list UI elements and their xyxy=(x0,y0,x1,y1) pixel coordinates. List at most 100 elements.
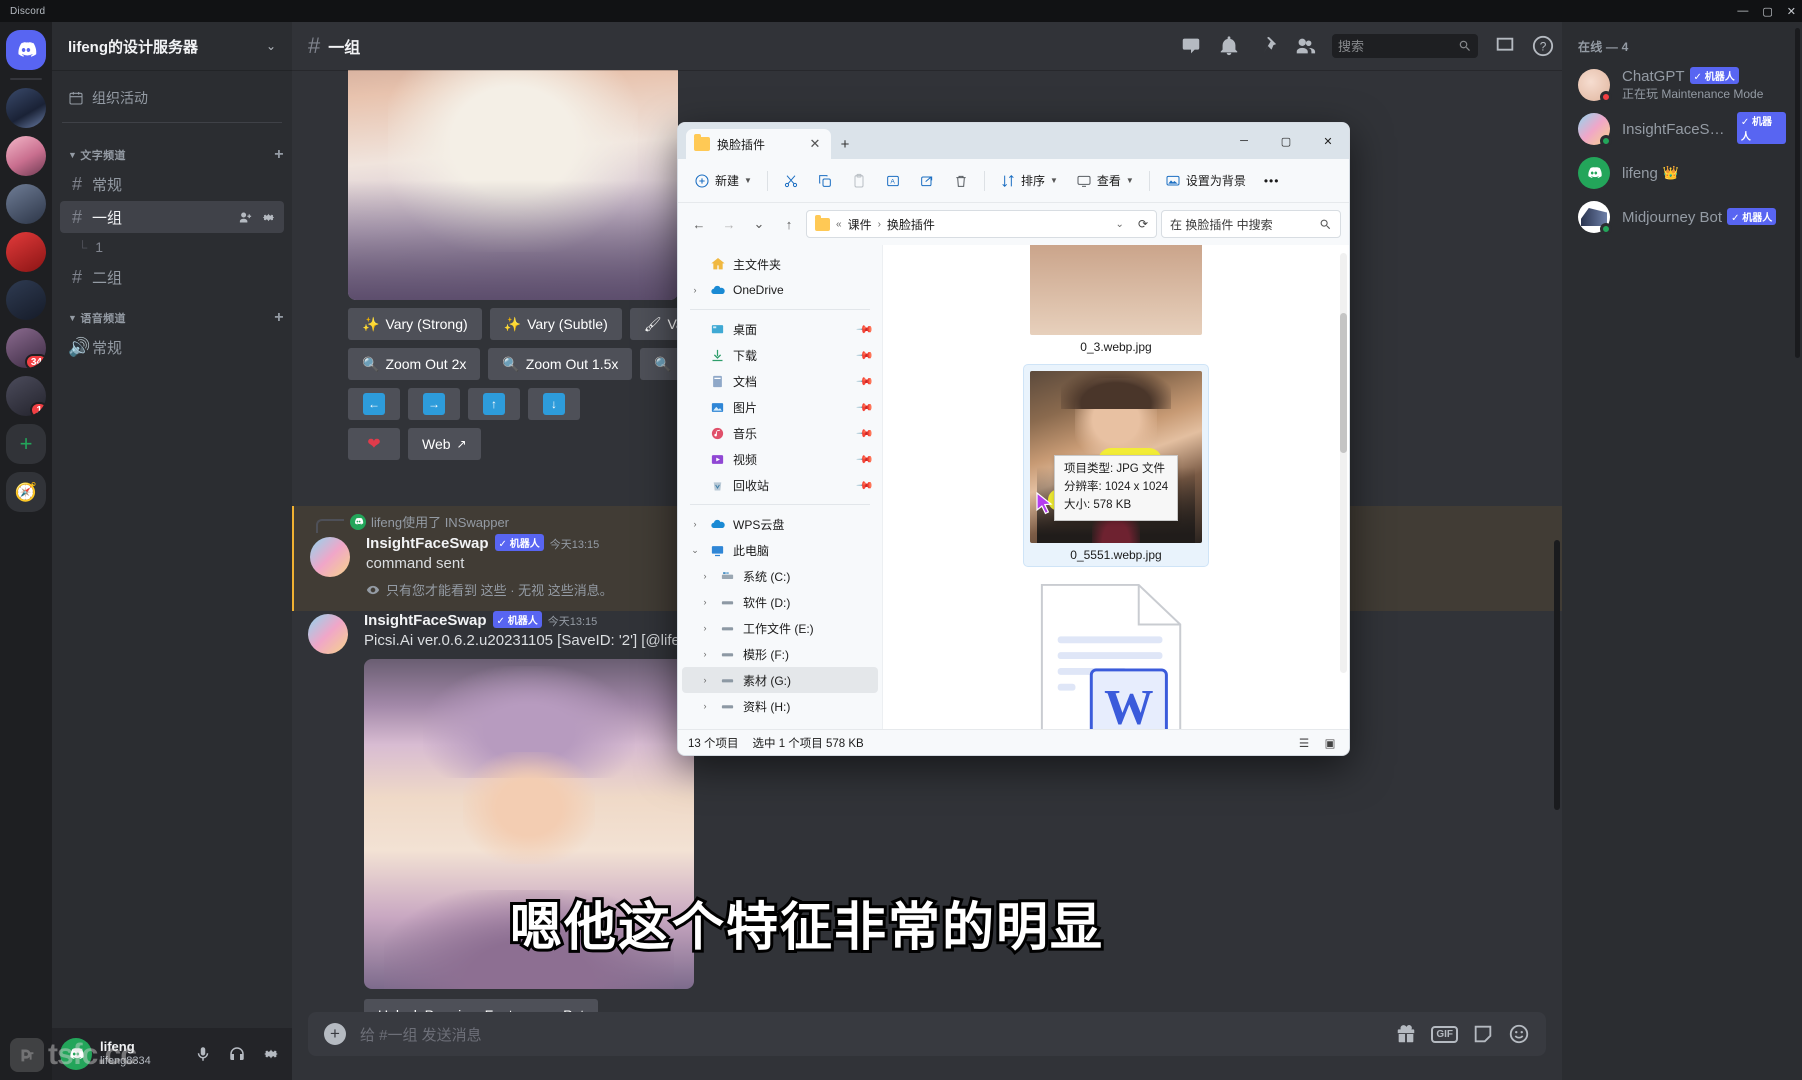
cut-button[interactable] xyxy=(775,166,807,196)
explorer-search-box[interactable]: 在 换脸插件 中搜索 xyxy=(1161,210,1341,238)
chevron-down-icon[interactable]: ⌄ xyxy=(1116,219,1124,230)
zoom-out-2x-button[interactable]: 🔍 Zoom Out 2x xyxy=(348,348,481,380)
twisty[interactable]: › xyxy=(688,519,702,529)
inbox-icon[interactable] xyxy=(1494,35,1516,57)
file-tile-0-3[interactable]: 0_3.webp.jpg xyxy=(1023,245,1209,358)
bell-icon[interactable] xyxy=(1218,35,1240,57)
pin-icon[interactable]: 📌 xyxy=(856,346,875,364)
nav-item-music[interactable]: 音乐 📌 xyxy=(682,420,878,446)
nav-item-wps-cloud[interactable]: › WPS云盘 xyxy=(682,511,878,537)
avatar[interactable] xyxy=(308,614,348,654)
breadcrumb[interactable]: « 课件 › 换脸插件 ⌄ ⟳ xyxy=(806,210,1157,238)
nav-item-drive-g[interactable]: › 素材 (G:) xyxy=(682,667,878,693)
pin-icon[interactable]: 📌 xyxy=(856,320,875,338)
sidebar-channel-yizu[interactable]: # 一组 xyxy=(60,201,284,233)
back-button[interactable]: ← xyxy=(686,211,712,237)
forward-button[interactable]: → xyxy=(716,211,742,237)
twisty[interactable]: › xyxy=(698,571,712,581)
member-row-chatgpt[interactable]: ChatGPT ✓ 机器人 正在玩 Maintenance Mode xyxy=(1570,63,1794,107)
pan-down-button[interactable]: ↓ xyxy=(528,388,580,420)
sidebar-channel-changui[interactable]: # 常规 xyxy=(60,168,284,200)
pin-icon[interactable]: 📌 xyxy=(856,424,875,442)
member-row-midjourney[interactable]: Midjourney Bot ✓ 机器人 xyxy=(1570,195,1794,239)
microphone-icon[interactable] xyxy=(190,1041,216,1067)
sidebar-scrollbar[interactable] xyxy=(1795,28,1800,498)
explorer-minimize-button[interactable]: ─ xyxy=(1223,123,1265,159)
nav-item-documents[interactable]: 文档 📌 xyxy=(682,368,878,394)
share-button[interactable] xyxy=(911,166,943,196)
pan-left-button[interactable]: ← xyxy=(348,388,400,420)
category-voice-channels[interactable]: ▼ 语音频道 + xyxy=(52,294,292,330)
paste-button[interactable] xyxy=(843,166,875,196)
tile-view-icon[interactable]: ▣ xyxy=(1321,735,1339,751)
explorer-maximize-button[interactable]: ▢ xyxy=(1265,123,1307,159)
twisty[interactable]: ⌄ xyxy=(688,545,702,556)
add-server-button[interactable]: + xyxy=(6,424,46,464)
twisty[interactable]: › xyxy=(698,675,712,685)
explorer-tab[interactable]: 换脸插件 ✕ xyxy=(686,129,831,159)
twisty[interactable]: › xyxy=(698,597,712,607)
set-background-button[interactable]: 设置为背景 xyxy=(1157,166,1254,196)
message-scrollbar[interactable] xyxy=(1554,110,1560,970)
nav-item-downloads[interactable]: 下载 📌 xyxy=(682,342,878,368)
sidebar-voice-changui[interactable]: 🔊 常规 xyxy=(60,331,284,363)
create-voice-channel-button[interactable]: + xyxy=(274,310,284,326)
search-box[interactable] xyxy=(1332,34,1478,58)
nav-item-desktop[interactable]: 桌面 📌 xyxy=(682,316,878,342)
twisty[interactable]: › xyxy=(698,649,712,659)
nav-item-this-pc[interactable]: ⌄ 此电脑 xyxy=(682,537,878,563)
os-close-button[interactable]: ✕ xyxy=(1787,5,1796,18)
create-channel-button[interactable]: + xyxy=(274,147,284,163)
os-maximize-button[interactable]: ▢ xyxy=(1762,5,1772,18)
help-icon[interactable]: ? xyxy=(1532,35,1554,57)
nav-item-videos[interactable]: 视频 📌 xyxy=(682,446,878,472)
view-button[interactable]: 查看 ▼ xyxy=(1068,166,1142,196)
up-button[interactable]: ↑ xyxy=(776,211,802,237)
sidebar-channel-erzu[interactable]: # 二组 xyxy=(60,261,284,293)
nav-item-recycle-bin[interactable]: 回收站 📌 xyxy=(682,472,878,498)
copy-button[interactable] xyxy=(809,166,841,196)
nav-item-drive-f[interactable]: › 模形 (F:) xyxy=(682,641,878,667)
avatar[interactable] xyxy=(310,537,350,577)
nav-item-drive-d[interactable]: › 软件 (D:) xyxy=(682,589,878,615)
guild-icon-4[interactable] xyxy=(6,232,46,272)
guild-icon-6[interactable]: 34 xyxy=(6,328,46,368)
member-row-insightfaceswap[interactable]: InsightFaceSw... ✓ 机器人 xyxy=(1570,107,1794,151)
guild-icon-2[interactable] xyxy=(6,136,46,176)
nav-item-pictures[interactable]: 图片 📌 xyxy=(682,394,878,420)
delete-button[interactable] xyxy=(945,166,977,196)
file-area-scrollbar[interactable] xyxy=(1340,253,1347,673)
guild-icon-3[interactable] xyxy=(6,184,46,224)
list-view-icon[interactable]: ☰ xyxy=(1295,735,1313,751)
twisty[interactable]: › xyxy=(688,285,702,295)
breadcrumb-item-2[interactable]: 换脸插件 xyxy=(887,216,935,233)
nav-item-home[interactable]: 主文件夹 xyxy=(682,251,878,277)
members-icon[interactable] xyxy=(1294,35,1316,57)
zoom-out-15x-button[interactable]: 🔍 Zoom Out 1.5x xyxy=(488,348,633,380)
breadcrumb-item-1[interactable]: 课件 xyxy=(848,216,872,233)
message-composer[interactable]: + 给 #一组 发送消息 GIF xyxy=(308,1012,1546,1056)
gift-icon[interactable] xyxy=(1395,1023,1417,1045)
twisty[interactable]: › xyxy=(698,701,712,711)
category-text-channels[interactable]: ▼ 文字频道 + xyxy=(52,131,292,167)
guild-icon-1[interactable] xyxy=(6,88,46,128)
explorer-close-button[interactable]: ✕ xyxy=(1307,123,1349,159)
pin-icon[interactable]: 📌 xyxy=(856,372,875,390)
server-header[interactable]: lifeng的设计服务器 ⌄ xyxy=(52,22,292,70)
rename-button[interactable]: A xyxy=(877,166,909,196)
nav-item-drive-c[interactable]: › 系统 (C:) xyxy=(682,563,878,589)
emoji-icon[interactable] xyxy=(1508,1023,1530,1045)
attachment-image[interactable] xyxy=(348,70,678,300)
nav-item-drive-h[interactable]: › 资料 (H:) xyxy=(682,693,878,719)
sticker-icon[interactable] xyxy=(1472,1023,1494,1045)
os-minimize-button[interactable]: — xyxy=(1737,5,1748,17)
search-input[interactable] xyxy=(1338,38,1458,54)
vary-subtle-button[interactable]: ✨ Vary (Subtle) xyxy=(489,308,622,340)
explore-servers-button[interactable]: 🧭 xyxy=(6,472,46,512)
gif-icon[interactable]: GIF xyxy=(1431,1025,1458,1043)
events-item[interactable]: 组织活动 xyxy=(60,82,284,114)
twisty[interactable]: › xyxy=(698,623,712,633)
new-button[interactable]: 新建 ▼ xyxy=(686,166,760,196)
pin-icon[interactable]: 📌 xyxy=(856,450,875,468)
gear-icon[interactable] xyxy=(258,1041,284,1067)
